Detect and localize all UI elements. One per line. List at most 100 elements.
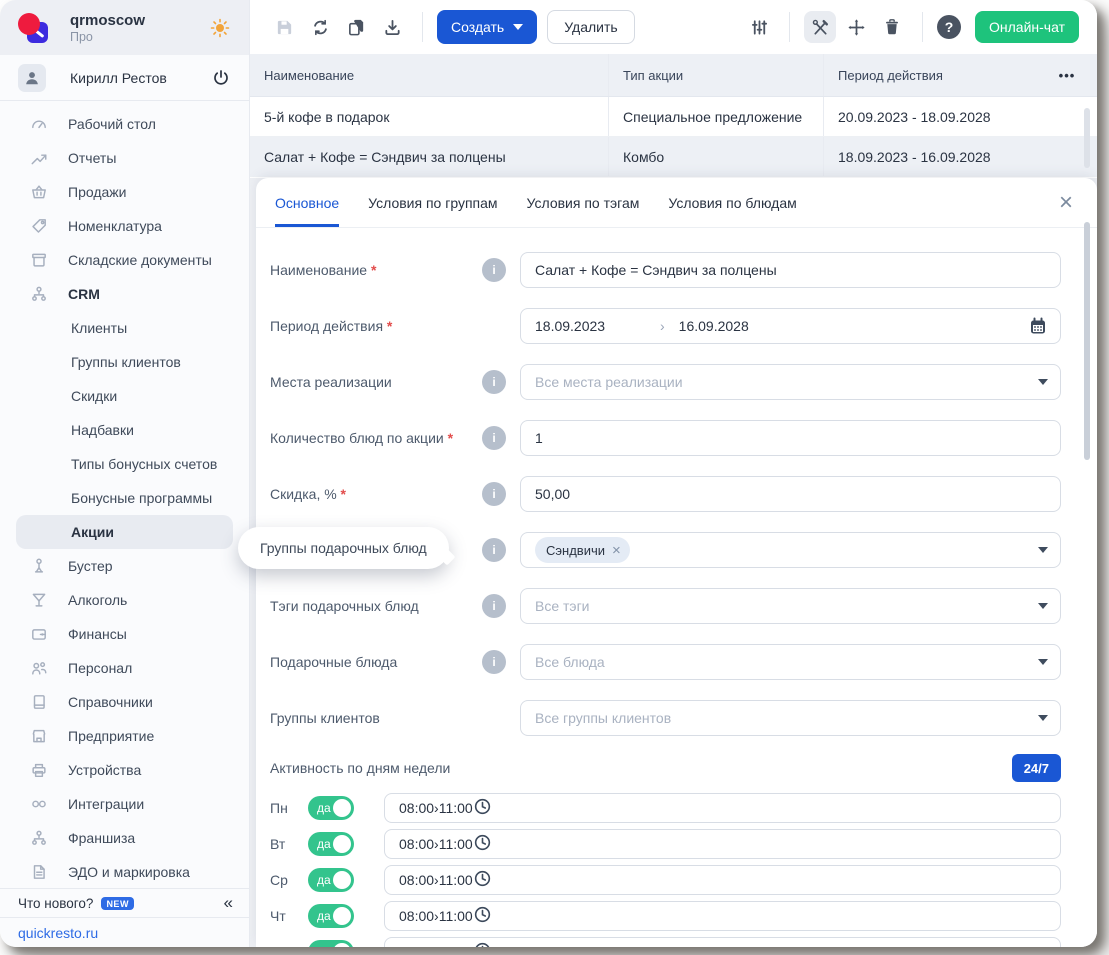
places-select[interactable]: Все места реализации [520, 364, 1061, 400]
dish-count-input[interactable]: 1 [520, 420, 1061, 456]
always-247-button[interactable]: 24/7 [1012, 754, 1061, 782]
help-button[interactable]: ? [937, 15, 961, 39]
sidebar-item-booster[interactable]: Бустер [0, 549, 249, 583]
quickresto-site-link[interactable]: quickresto.ru [18, 925, 98, 941]
warehouse-box-icon [29, 250, 49, 270]
info-icon[interactable]: i [482, 650, 506, 674]
table-row-selected[interactable]: Салат + Кофе = Сэндвич за полцены Комбо … [250, 137, 1097, 177]
save-button[interactable] [268, 11, 300, 43]
clock-icon[interactable] [473, 833, 492, 855]
info-icon[interactable]: i [482, 482, 506, 506]
table-more-icon[interactable]: ••• [1037, 54, 1097, 96]
logout-power-icon[interactable] [211, 68, 231, 88]
field-row-dish-count: Количество блюд по акции i 1 [270, 410, 1061, 466]
download-button[interactable] [376, 11, 408, 43]
sidebar-item-bonus-programs[interactable]: Бонусные программы [0, 481, 249, 515]
sidebar-item-warehouse[interactable]: Складские документы [0, 243, 249, 277]
clock-icon[interactable] [473, 797, 492, 819]
client-groups-label: Группы клиентов [270, 710, 482, 726]
clock-icon[interactable] [473, 905, 492, 927]
calendar-icon[interactable] [1028, 316, 1048, 336]
info-icon[interactable]: i [482, 426, 506, 450]
column-header-type[interactable]: Тип акции [609, 54, 824, 96]
gift-groups-select[interactable]: Сэндвичи × [520, 532, 1061, 568]
sidebar-item-devices[interactable]: Устройства [0, 753, 249, 787]
column-header-name[interactable]: Наименование [250, 54, 609, 96]
sidebar-item-clients[interactable]: Клиенты [0, 311, 249, 345]
sidebar-item-directories[interactable]: Справочники [0, 685, 249, 719]
online-chat-button[interactable]: Онлайн-чат [975, 11, 1079, 43]
time-range-input[interactable]: 08:00 › 11:00 [384, 793, 1061, 823]
period-daterange-input[interactable]: 18.09.2023 › 16.09.2028 [520, 308, 1061, 344]
day-row-mon: Пн да 08:00 › 11:00 [270, 790, 1061, 826]
sidebar-item-nomenclature[interactable]: Номенклатура [0, 209, 249, 243]
day-toggle[interactable]: да [308, 940, 354, 947]
toolbar-divider [422, 12, 423, 42]
chip-remove-icon[interactable]: × [612, 542, 621, 559]
name-input[interactable]: Салат + Кофе = Сэндвич за полцены [520, 252, 1061, 288]
gift-dishes-select[interactable]: Все блюда [520, 644, 1061, 680]
crm-sitemap-icon [29, 284, 49, 304]
sidebar-nav: Рабочий стол Отчеты Продажи Номенклатура… [0, 101, 249, 888]
chevron-down-icon [1038, 603, 1048, 609]
clock-icon[interactable] [473, 869, 492, 891]
tab-tag-conditions[interactable]: Условия по тэгам [527, 178, 640, 227]
day-toggle[interactable]: да [308, 832, 354, 856]
day-toggle[interactable]: да [308, 904, 354, 928]
sidebar-item-enterprise[interactable]: Предприятие [0, 719, 249, 753]
info-icon[interactable]: i [482, 370, 506, 394]
tab-group-conditions[interactable]: Условия по группам [368, 178, 497, 227]
quickresto-logo-icon [18, 13, 48, 43]
time-range-input[interactable]: 08:00 › 11:00 [384, 901, 1061, 931]
discount-input[interactable]: 50,00 [520, 476, 1061, 512]
client-groups-select[interactable]: Все группы клиентов [520, 700, 1061, 736]
field-row-gift-dishes: Подарочные блюда i Все блюда [270, 634, 1061, 690]
sidebar-item-alcohol[interactable]: Алкоголь [0, 583, 249, 617]
sidebar-item-client-groups[interactable]: Группы клиентов [0, 345, 249, 379]
clock-icon[interactable] [473, 941, 492, 947]
whats-new-link[interactable]: Что нового? [18, 896, 93, 911]
copy-button[interactable] [340, 11, 372, 43]
tab-dish-conditions[interactable]: Условия по блюдам [668, 178, 796, 227]
sidebar-item-crm[interactable]: CRM [0, 277, 249, 311]
info-icon[interactable]: i [482, 258, 506, 282]
info-icon[interactable]: i [482, 538, 506, 562]
sidebar-item-integrations[interactable]: Интеграции [0, 787, 249, 821]
close-panel-icon[interactable]: × [1059, 178, 1073, 227]
gift-tags-select[interactable]: Все тэги [520, 588, 1061, 624]
sidebar-item-dashboard[interactable]: Рабочий стол [0, 107, 249, 141]
user-row[interactable]: Кирилл Рестов [0, 55, 249, 101]
create-button[interactable]: Создать [437, 10, 537, 44]
sidebar-item-finance[interactable]: Финансы [0, 617, 249, 651]
main-area: Создать Удалить ? Онлайн-чат [250, 0, 1097, 947]
sidebar-item-bonus-account-types[interactable]: Типы бонусных счетов [0, 447, 249, 481]
table-settings-sliders-icon[interactable] [743, 11, 775, 43]
sidebar-item-promotions[interactable]: Акции [16, 515, 233, 549]
column-header-period[interactable]: Период действия [824, 54, 1037, 96]
refresh-button[interactable] [304, 11, 336, 43]
table-row[interactable]: 5-й кофе в подарок Специальное предложен… [250, 97, 1097, 137]
tools-button[interactable] [804, 11, 836, 43]
sidebar-item-franchise[interactable]: Франшиза [0, 821, 249, 855]
chevron-down-icon [1038, 547, 1048, 553]
sidebar-item-discounts[interactable]: Скидки [0, 379, 249, 413]
info-icon[interactable]: i [482, 594, 506, 618]
sidebar-item-surcharges[interactable]: Надбавки [0, 413, 249, 447]
day-toggle[interactable]: да [308, 796, 354, 820]
table-scrollbar[interactable] [1084, 108, 1090, 168]
sidebar-item-staff[interactable]: Персонал [0, 651, 249, 685]
sidebar-item-sales[interactable]: Продажи [0, 175, 249, 209]
tab-main[interactable]: Основное [275, 178, 339, 227]
time-range-input[interactable]: 08:00 › 11:00 [384, 937, 1061, 947]
sidebar-item-edo[interactable]: ЭДО и маркировка [0, 855, 249, 888]
collapse-sidebar-icon[interactable]: « [224, 893, 233, 913]
day-toggle[interactable]: да [308, 868, 354, 892]
move-button[interactable] [840, 11, 872, 43]
trash-button[interactable] [876, 11, 908, 43]
theme-sun-icon[interactable] [209, 17, 231, 39]
panel-scrollbar[interactable] [1084, 222, 1090, 460]
time-range-input[interactable]: 08:00 › 11:00 [384, 865, 1061, 895]
time-range-input[interactable]: 08:00 › 11:00 [384, 829, 1061, 859]
sidebar-item-reports[interactable]: Отчеты [0, 141, 249, 175]
delete-button[interactable]: Удалить [547, 10, 634, 44]
